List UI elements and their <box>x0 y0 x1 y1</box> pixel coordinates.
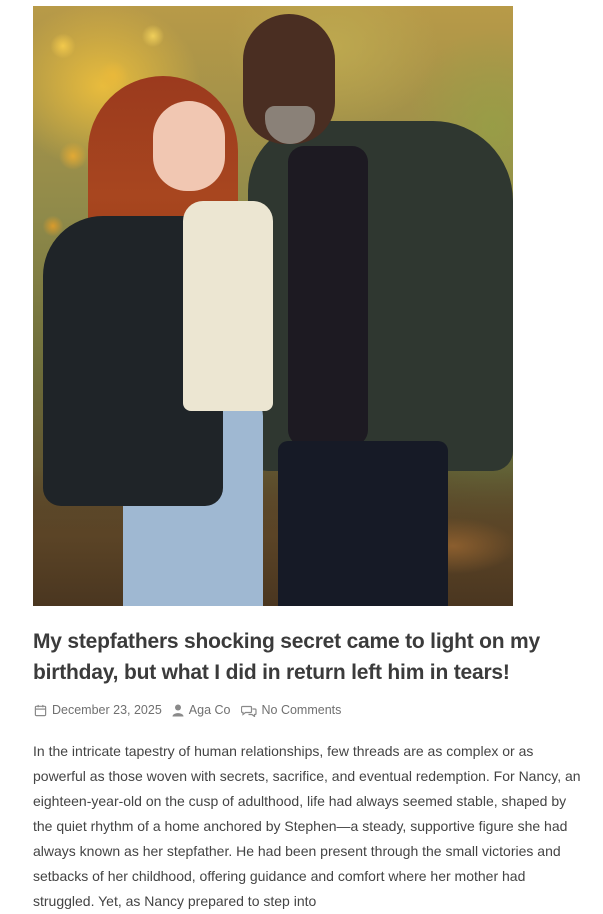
user-icon <box>172 704 184 716</box>
post-comments-link[interactable]: No Comments <box>262 703 342 717</box>
post-comments[interactable]: No Comments <box>240 703 342 717</box>
post-date[interactable]: December 23, 2025 <box>34 703 162 717</box>
article: My stepfathers shocking secret came to l… <box>0 0 603 909</box>
post-author-link[interactable]: Aga Co <box>189 703 231 717</box>
comments-icon <box>240 705 257 717</box>
calendar-icon <box>34 704 47 716</box>
featured-image <box>33 6 513 606</box>
article-title: My stepfathers shocking secret came to l… <box>33 630 540 684</box>
article-body: In the intricate tapestry of human relat… <box>33 743 581 909</box>
post-meta: December 23, 2025 Aga Co No Comments <box>34 700 351 720</box>
post-date-link[interactable]: December 23, 2025 <box>52 703 162 717</box>
post-author[interactable]: Aga Co <box>172 703 231 717</box>
